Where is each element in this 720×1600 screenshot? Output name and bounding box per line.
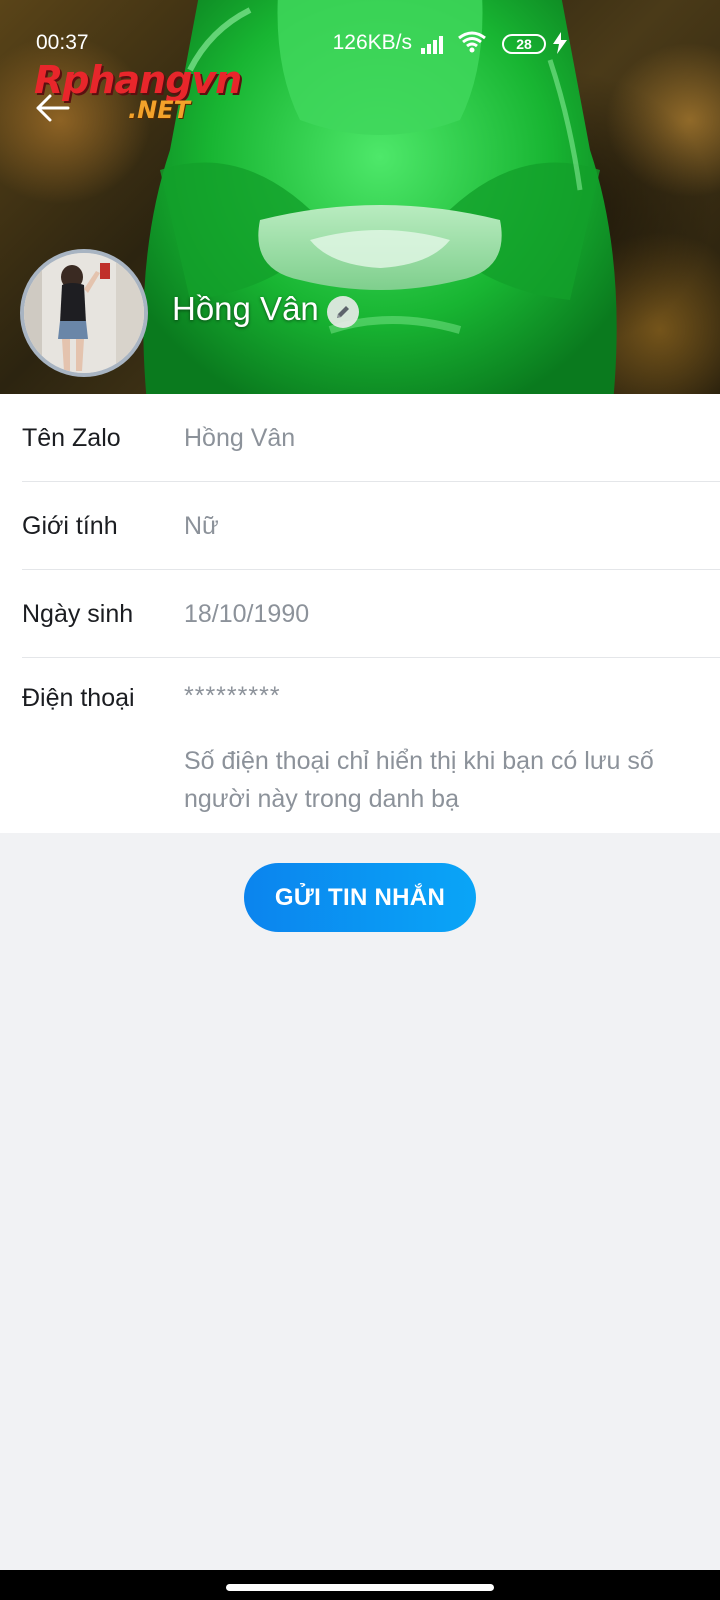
info-value: Nữ bbox=[184, 512, 219, 540]
phone-privacy-note: Số điện thoại chỉ hiển thị khi bạn có lư… bbox=[184, 747, 654, 813]
wifi-icon bbox=[458, 31, 486, 53]
back-button[interactable] bbox=[30, 86, 74, 130]
avatar[interactable] bbox=[20, 249, 148, 377]
info-label: Tên Zalo bbox=[22, 424, 121, 452]
info-label: Ngày sinh bbox=[22, 600, 134, 628]
profile-info-card: Tên Zalo Hồng Vân Giới tính Nữ Ngày sinh… bbox=[0, 394, 720, 833]
info-value: Hồng Vân bbox=[184, 424, 296, 452]
pencil-icon bbox=[337, 306, 349, 318]
info-row-birthday: Ngày sinh 18/10/1990 bbox=[22, 570, 720, 658]
info-row-gender: Giới tính Nữ bbox=[22, 482, 720, 570]
info-row-phone: Điện thoại ********* Số điện thoại chỉ h… bbox=[22, 658, 720, 833]
edit-name-button[interactable] bbox=[327, 296, 359, 328]
send-message-button[interactable]: GỬI TIN NHẮN bbox=[244, 863, 476, 932]
back-arrow-icon bbox=[36, 94, 70, 122]
battery-icon: 28 bbox=[502, 34, 546, 54]
watermark-sub: .NET bbox=[128, 96, 190, 124]
info-row-zalo-name: Tên Zalo Hồng Vân bbox=[22, 394, 720, 482]
charging-icon bbox=[553, 32, 567, 54]
status-time: 00:37 bbox=[36, 31, 89, 54]
home-indicator[interactable] bbox=[226, 1584, 494, 1591]
info-label: Giới tính bbox=[22, 512, 118, 540]
system-nav-bar bbox=[0, 1570, 720, 1600]
signal-icon bbox=[421, 36, 443, 54]
cover-photo[interactable]: 00:37 126KB/s 28 Rphangvn .NET Hồng Vân bbox=[0, 0, 720, 394]
avatar-photo bbox=[24, 253, 144, 373]
info-label: Điện thoại bbox=[22, 684, 135, 712]
network-speed: 126KB/s bbox=[332, 31, 412, 54]
info-value: 18/10/1990 bbox=[184, 600, 310, 628]
profile-name: Hồng Vân bbox=[172, 290, 319, 327]
info-value-masked-phone: ********* bbox=[184, 682, 281, 710]
